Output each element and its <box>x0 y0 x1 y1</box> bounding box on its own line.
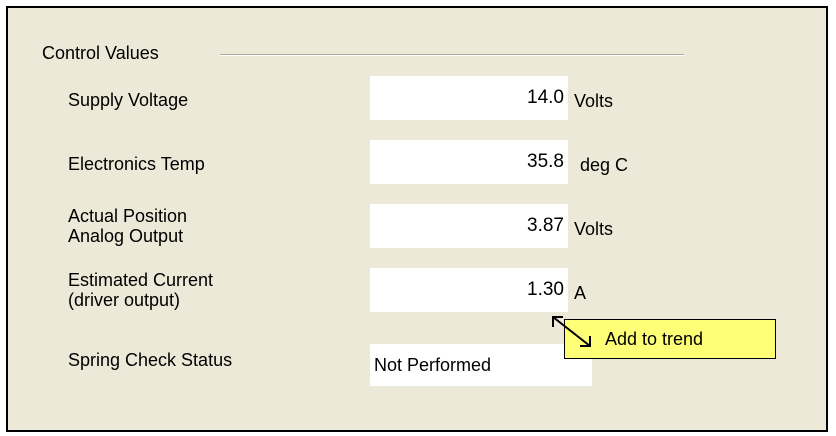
actual-position-label: Actual Position Analog Output <box>68 206 187 246</box>
spring-check-label-text: Spring Check Status <box>68 350 233 370</box>
spring-check-label: Spring Check Status <box>68 350 232 370</box>
actual-position-unit: Volts <box>574 219 614 239</box>
supply-voltage-value: 14.0 <box>527 87 564 108</box>
tooltip-label: Add to trend <box>605 329 704 349</box>
control-values-panel: Control Values Supply Voltage 14.0 Volts… <box>6 6 828 432</box>
electronics-temp-field[interactable]: 35.8 <box>370 140 568 184</box>
actual-position-label-line1: Actual Position <box>68 206 188 226</box>
group-divider <box>220 54 684 56</box>
estimated-current-unit: A <box>574 283 587 303</box>
estimated-current-label: Estimated Current (driver output) <box>68 270 213 310</box>
estimated-current-field[interactable]: 1.30 <box>370 268 568 312</box>
estimated-current-label-line1: Estimated Current <box>68 270 214 290</box>
supply-voltage-label: Supply Voltage <box>68 90 188 110</box>
electronics-temp-unit: deg C <box>580 155 629 175</box>
supply-voltage-label-text: Supply Voltage <box>68 90 189 110</box>
actual-position-field[interactable]: 3.87 <box>370 204 568 248</box>
spring-check-value: Not Performed <box>374 355 492 375</box>
electronics-temp-value: 35.8 <box>527 151 564 172</box>
resize-diagonal-cursor-icon <box>552 316 591 347</box>
add-to-trend-tooltip[interactable]: Add to trend <box>564 319 776 359</box>
group-title: Control Values <box>42 43 159 63</box>
actual-position-label-line2: Analog Output <box>68 226 184 246</box>
estimated-current-label-line2: (driver output) <box>68 290 181 310</box>
electronics-temp-label-text: Electronics Temp <box>68 154 205 174</box>
actual-position-value: 3.87 <box>527 215 564 236</box>
spring-check-field[interactable]: Not Performed <box>370 344 592 386</box>
estimated-current-value: 1.30 <box>527 279 564 300</box>
supply-voltage-unit: Volts <box>574 91 614 111</box>
supply-voltage-field[interactable]: 14.0 <box>370 76 568 120</box>
electronics-temp-label: Electronics Temp <box>68 154 205 174</box>
